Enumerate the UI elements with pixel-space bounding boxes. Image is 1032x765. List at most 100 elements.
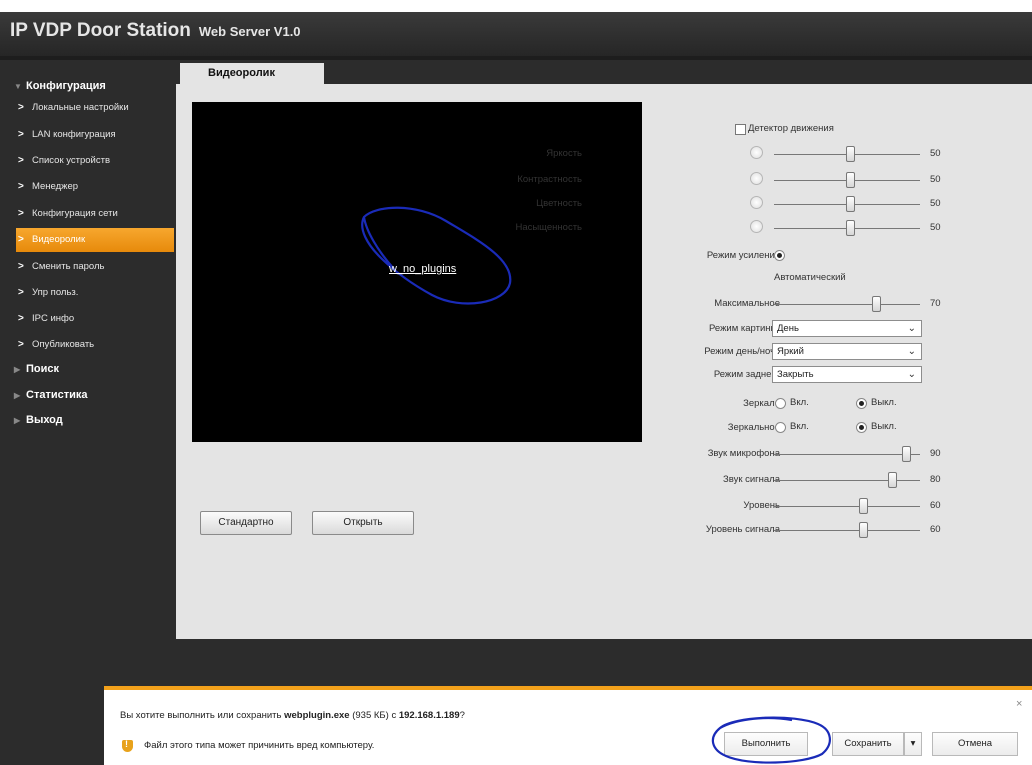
app-title-text: IP VDP Door Station — [10, 20, 191, 41]
chevron-right-icon: > — [18, 181, 24, 192]
collapsed-triangle-icon: ▶ — [14, 416, 21, 425]
nav-section-label: Поиск — [26, 363, 60, 375]
signal-sound-label: Звук сигнала — [723, 474, 780, 485]
content-panel: w_no_plugins Стандартно Открыть Детектор… — [176, 84, 1032, 639]
sidebar-item-label: Сменить пароль — [32, 261, 105, 272]
hue-slider-thumb[interactable] — [846, 196, 855, 212]
chevron-right-icon: > — [18, 313, 24, 324]
signal-sound-slider-thumb[interactable] — [888, 472, 897, 488]
nav-section-search[interactable]: ▶ Поиск — [14, 359, 59, 379]
app-subtitle: Web Server V1.0 — [198, 24, 301, 39]
sidebar-item-label: LAN конфигурация — [32, 129, 116, 140]
day-night-mode-label: Режим день/ночь — [704, 346, 780, 357]
maximum-slider-thumb[interactable] — [872, 296, 881, 312]
sidebar-item-label: Менеджер — [32, 181, 79, 192]
chevron-right-icon: > — [18, 129, 24, 140]
nav-section-exit[interactable]: ▶ Выход — [14, 410, 63, 430]
sidebar-item-lan-config[interactable]: > LAN конфигурация — [16, 123, 174, 147]
maximum-label: Максимальное — [714, 298, 780, 309]
signal-sound-slider-track[interactable] — [774, 480, 920, 481]
contrast-icon — [750, 172, 763, 185]
nav-section-label: Конфигурация — [26, 80, 106, 92]
sidebar-item-publish[interactable]: > Опубликовать — [16, 333, 174, 357]
collapsed-triangle-icon: ▶ — [14, 391, 21, 400]
saturation-slider-thumb[interactable] — [846, 220, 855, 236]
sidebar-item-local-settings[interactable]: > Локальные настройки — [16, 96, 174, 120]
download-notification-bar: Вы хотите выполнить или сохранить webplu… — [104, 686, 1032, 765]
sidebar-item-label: Опубликовать — [32, 339, 95, 350]
no-plugins-link[interactable]: w_no_plugins — [389, 263, 456, 275]
tab-video[interactable]: Видеоролик — [180, 63, 324, 84]
cancel-button[interactable]: Отмена — [932, 732, 1018, 756]
mirror2-label: Зеркальное — [727, 422, 780, 433]
brightness-value: 50 — [930, 148, 941, 159]
sidebar-item-manager[interactable]: > Менеджер — [16, 175, 174, 199]
brightness-icon — [750, 146, 763, 159]
mic-volume-label: Звук микрофона — [707, 448, 780, 459]
hand-drawn-circle-annotation — [711, 716, 831, 764]
chevron-right-icon: > — [18, 261, 24, 272]
hue-label: Цветность — [536, 198, 582, 209]
save-button[interactable]: Сохранить — [832, 732, 904, 756]
backlight-mode-value: Закрыть — [777, 369, 814, 380]
app-title: IP VDP Door Station Web Server V1.0 — [10, 20, 301, 42]
nav-section-configuration[interactable]: ▼ Конфигурация — [14, 76, 106, 96]
mic-volume-slider-thumb[interactable] — [902, 446, 911, 462]
picture-mode-select[interactable]: День ⌄ — [772, 320, 922, 337]
sidebar-item-device-list[interactable]: > Список устройств — [16, 149, 174, 173]
chevron-down-icon: ⌄ — [907, 369, 916, 380]
sidebar-item-change-password[interactable]: > Сменить пароль — [16, 255, 174, 279]
motion-detector-checkbox[interactable] — [735, 124, 746, 135]
mirror-off-radio[interactable] — [856, 398, 867, 409]
day-night-mode-select[interactable]: Яркий ⌄ — [772, 343, 922, 360]
chevron-down-icon: ▾ — [910, 738, 916, 749]
nav-section-statistics[interactable]: ▶ Статистика — [14, 385, 88, 405]
brightness-slider-thumb[interactable] — [846, 146, 855, 162]
contrast-slider-thumb[interactable] — [846, 172, 855, 188]
mirror2-on-label: Вкл. — [790, 421, 809, 432]
gain-mode-label: Режим усиления — [706, 250, 780, 261]
level-slider-thumb[interactable] — [859, 498, 868, 514]
sidebar-item-video[interactable]: > Видеоролик — [16, 228, 174, 252]
open-button[interactable]: Открыть — [312, 511, 414, 535]
signal-level-slider-thumb[interactable] — [859, 522, 868, 538]
mirror-on-radio[interactable] — [775, 398, 786, 409]
mirror2-off-radio[interactable] — [856, 422, 867, 433]
day-night-mode-value: Яркий — [777, 346, 804, 357]
maximum-slider-track[interactable] — [774, 304, 920, 305]
mirror2-on-radio[interactable] — [775, 422, 786, 433]
collapsed-triangle-icon: ▶ — [14, 365, 21, 374]
backlight-mode-label: Режим заднего — [713, 369, 780, 380]
chevron-down-icon: ⌄ — [907, 323, 916, 334]
nav-section-label: Выход — [26, 414, 63, 426]
tab-bar: Видеоролик — [176, 60, 1032, 84]
mic-volume-slider-track[interactable] — [774, 454, 920, 455]
picture-mode-value: День — [777, 323, 799, 334]
warning-shield-icon — [122, 739, 133, 752]
level-slider-track[interactable] — [774, 506, 920, 507]
mirror2-off-label: Выкл. — [871, 421, 897, 432]
header: IP VDP Door Station Web Server V1.0 — [0, 12, 1032, 56]
close-icon[interactable]: × — [1016, 698, 1022, 710]
contrast-value: 50 — [930, 174, 941, 185]
save-options-dropdown[interactable]: ▾ — [904, 732, 922, 756]
saturation-value: 50 — [930, 222, 941, 233]
sidebar-item-ipc-info[interactable]: > IPC инфо — [16, 307, 174, 331]
saturation-icon — [750, 220, 763, 233]
gain-mode-radio[interactable] — [774, 250, 785, 261]
level-value: 60 — [930, 500, 941, 511]
sidebar-item-label: Список устройств — [32, 155, 111, 166]
mic-volume-value: 90 — [930, 448, 941, 459]
download-prompt: Вы хотите выполнить или сохранить webplu… — [120, 710, 465, 721]
motion-detector-label: Детектор движения — [748, 123, 834, 134]
signal-level-value: 60 — [930, 524, 941, 535]
chevron-right-icon: > — [18, 234, 24, 245]
sidebar-item-user-management[interactable]: > Упр польз. — [16, 281, 174, 305]
chevron-right-icon: > — [18, 102, 24, 113]
standard-button[interactable]: Стандартно — [200, 511, 292, 535]
chevron-down-icon: ⌄ — [907, 346, 916, 357]
signal-level-slider-track[interactable] — [774, 530, 920, 531]
sidebar-item-network-config[interactable]: > Конфигурация сети — [16, 202, 174, 226]
mirror-off-label: Выкл. — [871, 397, 897, 408]
backlight-mode-select[interactable]: Закрыть ⌄ — [772, 366, 922, 383]
